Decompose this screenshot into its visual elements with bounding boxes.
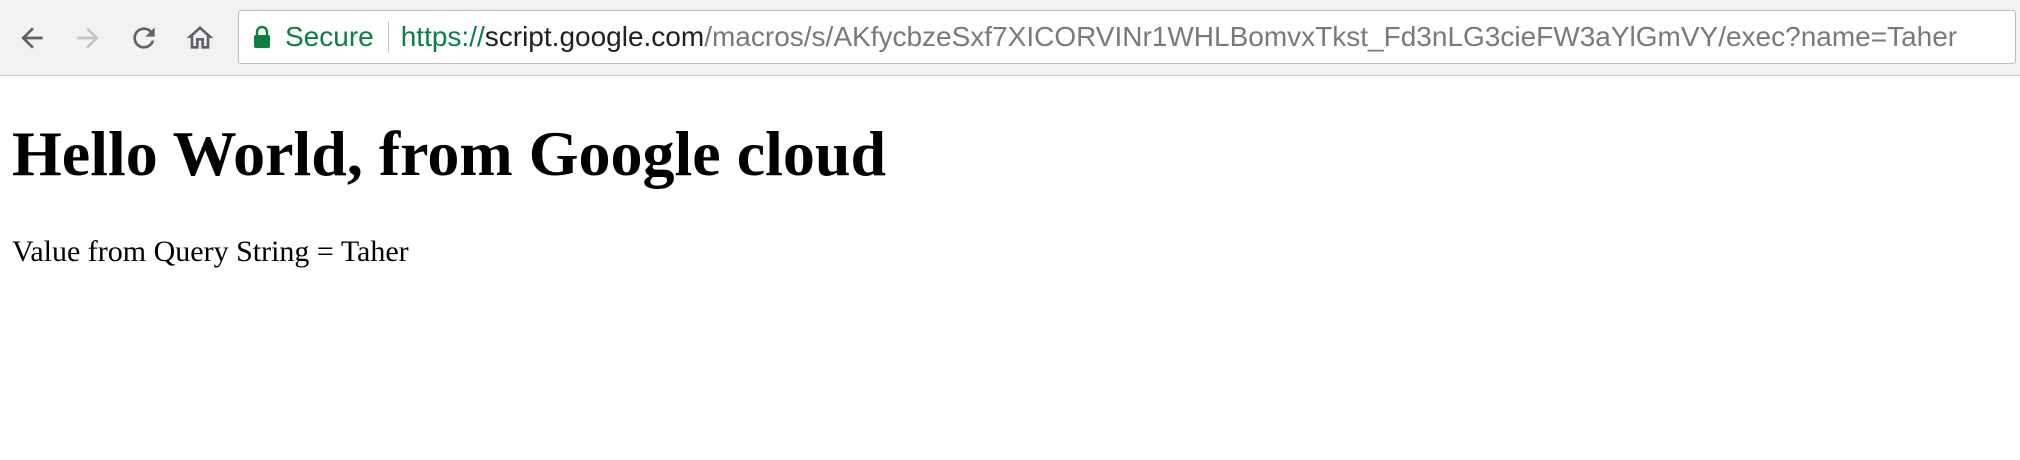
address-bar[interactable]: Secure https://script.google.com/macros/… — [238, 10, 2016, 64]
reload-button[interactable] — [124, 18, 164, 58]
lock-icon[interactable] — [253, 25, 271, 49]
page-content: Hello World, from Google cloud Value fro… — [0, 77, 2020, 460]
page-heading: Hello World, from Google cloud — [12, 118, 887, 189]
arrow-right-icon — [77, 27, 99, 49]
home-button[interactable] — [180, 18, 220, 58]
security-divider — [387, 21, 389, 53]
arrow-left-icon — [21, 27, 43, 49]
reload-icon — [133, 27, 155, 49]
url-host: script.google.com — [484, 21, 705, 52]
query-string-value: Value from Query String = Taher — [12, 235, 409, 268]
home-icon — [186, 26, 214, 49]
url-path: /macros/s/AKfycbzeSxf7XICORVINr1WHLBomvx… — [704, 21, 1958, 52]
url-scheme: https:// — [400, 21, 485, 52]
forward-button[interactable] — [68, 18, 108, 58]
security-label[interactable]: Secure — [285, 21, 374, 53]
back-button[interactable] — [12, 18, 52, 58]
browser-toolbar: Secure https://script.google.com/macros/… — [0, 0, 2020, 76]
